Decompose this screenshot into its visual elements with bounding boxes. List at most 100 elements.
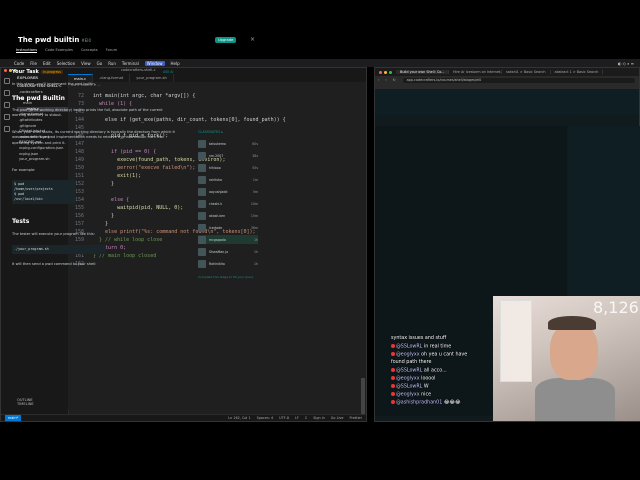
code-line[interactable]: 73 while (1) { <box>68 100 358 108</box>
chat-username: @eoglyxx <box>396 376 422 382</box>
tab-clang-format[interactable]: .clang-format <box>93 74 131 82</box>
avatar <box>198 163 206 172</box>
task-intro: In this stage, you'll implement the pwd … <box>12 82 96 86</box>
leaderboard-username: cheshi.k <box>209 201 223 206</box>
explorer-icon[interactable] <box>4 78 10 84</box>
tab-instructions[interactable]: Instructions <box>16 48 38 53</box>
menu-item-code[interactable]: Code <box>14 61 24 66</box>
browser-tab[interactable]: abstract 1 > Basic Search <box>551 70 604 74</box>
menu-item-edit[interactable]: Edit <box>43 61 51 66</box>
tests-title: Tests <box>12 218 30 225</box>
webcam-person-body <box>535 378 615 421</box>
line-number: 148 <box>74 149 84 155</box>
maximize-window-icon[interactable] <box>389 70 392 74</box>
leaderboard-row[interactable]: tatsukemo 60s <box>198 139 258 148</box>
back-arrow-icon[interactable]: ‹ <box>375 78 382 82</box>
eol-status[interactable]: LF <box>295 416 299 420</box>
leaderboard-footer[interactable]: Complete this stage to fill your place <box>198 275 258 279</box>
challenge-title-text: The pwd builtin <box>18 36 80 44</box>
leaderboard-time: 1h <box>253 261 258 266</box>
code-text: } // while loop close <box>93 237 163 243</box>
code-line[interactable]: 72 int main(int argc, char *argv[]) { <box>68 92 358 100</box>
leaderboard-row[interactable]: Rohlnikito 1h <box>198 259 258 268</box>
code-line: ./your_program.sh <box>14 247 49 251</box>
viewer-count: 8,126 <box>593 298 639 317</box>
search-icon[interactable] <box>4 90 10 96</box>
encoding-status[interactable]: UTF-8 <box>279 416 289 420</box>
menu-item-selection[interactable]: Selection <box>57 61 75 66</box>
menu-item-file[interactable]: File <box>30 61 37 66</box>
leaderboard-heading[interactable]: CLASSMATES ▸ <box>198 130 223 134</box>
git-branch-status[interactable]: main* <box>5 415 22 421</box>
code-text: } <box>93 181 115 187</box>
leaderboard-time: 1m <box>252 177 258 182</box>
leaderboard-row[interactable]: ShwaMan.jo 1h <box>198 247 258 256</box>
menu-item-view[interactable]: View <box>81 61 91 66</box>
menu-item-go[interactable]: Go <box>97 61 103 66</box>
minimize-window-icon[interactable] <box>384 70 387 74</box>
browser-tabstrip: Build your own Shell: Co... Hire Ar Ices… <box>375 68 639 76</box>
leaderboard-row[interactable]: rohitsha 1m <box>198 175 258 184</box>
chat-text: nice <box>421 392 432 398</box>
menu-item-run[interactable]: Run <box>108 61 116 66</box>
prettier-status[interactable]: Prettier <box>350 416 362 420</box>
timeline-panel[interactable]: TIMELINE <box>17 402 34 406</box>
signin-status[interactable]: Sign in <box>313 416 325 420</box>
close-window-icon[interactable] <box>379 70 382 74</box>
menu-item-terminal[interactable]: Terminal <box>122 61 139 66</box>
leaderboard-row[interactable]: Icertode 36m <box>198 223 258 232</box>
challenge-header <box>375 89 639 115</box>
leaderboard-row[interactable]: akash.ken 15m <box>198 211 258 220</box>
leaderboard-username: Rohlnikito <box>209 261 225 266</box>
leaderboard-row[interactable]: aayushjadd 5m <box>198 187 258 196</box>
menu-item-help[interactable]: Help <box>171 61 180 66</box>
leaderboard-row[interactable]: mcgagoda 1h <box>198 235 258 244</box>
cursor-position[interactable]: Ln 162, Col 1 <box>228 416 250 420</box>
chat-text: in real time <box>423 344 452 350</box>
browser-tab[interactable]: sakshi1 > Basic Search <box>502 70 551 74</box>
chat-badge-icon <box>391 392 395 396</box>
menu-item-window[interactable]: Window <box>144 60 165 66</box>
url-input[interactable]: app.codecrafters.io/courses/shell/stages… <box>402 77 635 83</box>
window-title: codecrafters-shell-c <box>121 68 156 72</box>
indent-status[interactable]: Spaces: 4 <box>257 416 273 420</box>
line-number: 156 <box>74 213 84 219</box>
extensions-icon[interactable] <box>4 126 10 132</box>
code-text: waitpid(pid, NULL, 0); <box>93 205 184 211</box>
browser-tab[interactable]: Hire Ar Icestorm on Internet... <box>449 70 502 74</box>
editor-scrollbar[interactable] <box>361 378 365 414</box>
chat-badge-icon <box>391 344 395 348</box>
webcam-person-face <box>550 322 598 380</box>
code-line: /usr/local/bin <box>14 197 43 201</box>
tab-your-program[interactable]: your_program.sh <box>130 74 174 82</box>
browser-tab[interactable]: Build your own Shell: Co... <box>396 70 449 74</box>
avatar <box>198 151 206 160</box>
tests-code-block: ./your_program.sh <box>12 245 106 254</box>
tab-forum[interactable]: Forum <box>106 48 117 53</box>
golive-status[interactable]: Go Live <box>331 416 344 420</box>
tree-item[interactable]: your_program.sh <box>17 157 68 163</box>
chat-username: @SSLowRL <box>396 344 424 350</box>
leaderboard-row[interactable]: hihiooo 55s <box>198 163 258 172</box>
language-status[interactable]: C <box>305 416 307 420</box>
run-debug-icon[interactable] <box>4 114 10 120</box>
leaderboard-username: rohitsha <box>209 177 222 182</box>
ask-ai-button[interactable]: ASK AI <box>163 70 173 74</box>
line-number: 155 <box>74 205 84 211</box>
tab-concepts[interactable]: Concepts <box>81 48 98 53</box>
source-control-icon[interactable] <box>4 102 10 108</box>
upgrade-button[interactable]: Upgrade <box>215 37 237 43</box>
leaderboard-username: hihiooo <box>209 165 221 170</box>
leaderboard-row[interactable]: vrn.2007 38s <box>198 151 258 160</box>
close-window-icon[interactable] <box>4 69 7 72</box>
tab-code-examples[interactable]: Code Examples <box>45 48 73 53</box>
address-bar-row: ‹ › ↻ app.codecrafters.io/courses/shell/… <box>375 76 639 84</box>
leaderboard-row[interactable]: cheshi.k 10m <box>198 199 258 208</box>
reload-icon[interactable]: ↻ <box>390 78 399 82</box>
chat-badge-icon <box>391 376 395 380</box>
forward-arrow-icon[interactable]: › <box>382 78 389 82</box>
tree-item[interactable]: vcpkg-configuration.json <box>17 146 68 152</box>
tab-main-c[interactable]: main.c <box>68 74 94 82</box>
close-icon[interactable]: × <box>250 36 255 43</box>
status-badge: In-progress <box>41 70 63 74</box>
